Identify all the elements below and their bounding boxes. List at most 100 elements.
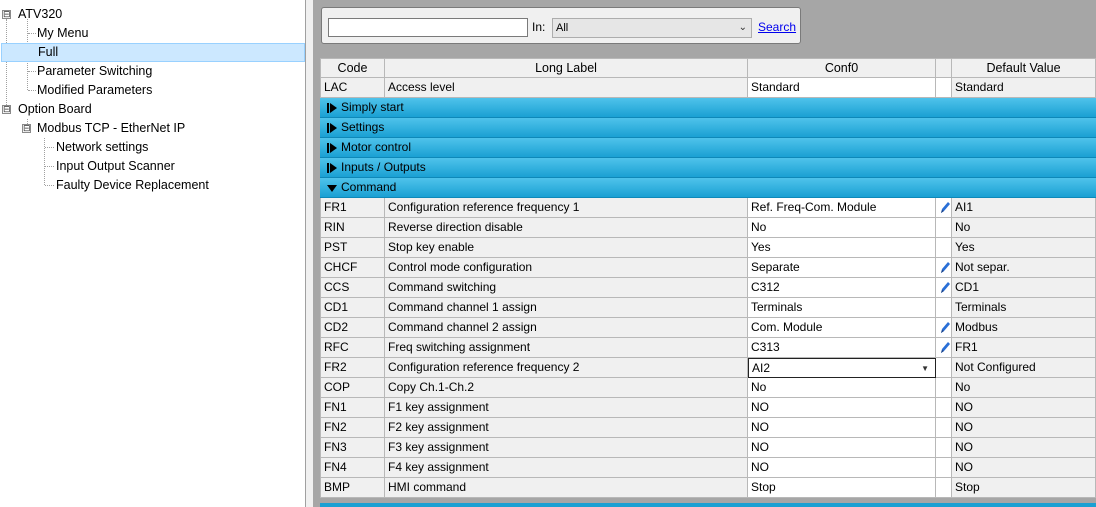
row-code: CHCF: [320, 258, 385, 278]
next-group-bar: [320, 503, 1096, 507]
collapse-icon[interactable]: ⊟: [2, 105, 11, 114]
tree-item-modbus-tcp[interactable]: ⊟ Modbus TCP - EtherNet IP: [0, 119, 300, 138]
tree-item-modified-parameters[interactable]: Modified Parameters: [0, 81, 300, 100]
row-edit-marker: [936, 338, 952, 358]
row-conf-value[interactable]: Standard: [748, 78, 936, 98]
chevron-down-icon: ⌄: [738, 22, 747, 33]
row-conf-value[interactable]: C312: [748, 278, 936, 298]
row-conf-value[interactable]: C313: [748, 338, 936, 358]
group-label: Inputs / Outputs: [341, 160, 426, 174]
search-link[interactable]: Search: [758, 20, 796, 34]
tree-item-parameter-switching[interactable]: Parameter Switching: [0, 62, 300, 81]
tree-item-label: Network settings: [56, 140, 149, 154]
tree-item-label: Modified Parameters: [37, 83, 153, 97]
row-long-label: Control mode configuration: [385, 258, 748, 278]
table-row[interactable]: COP Copy Ch.1-Ch.2 No No: [320, 378, 1096, 398]
group-header-inputs-outputs[interactable]: Inputs / Outputs: [320, 158, 1096, 178]
table-row[interactable]: FN4 F4 key assignment NO NO: [320, 458, 1096, 478]
table-row[interactable]: LAC Access level Standard Standard: [320, 78, 1096, 98]
column-header-conf0[interactable]: Conf0: [748, 58, 936, 78]
column-header-code[interactable]: Code: [320, 58, 385, 78]
row-conf-text: Separate: [751, 260, 800, 274]
search-input[interactable]: [328, 18, 528, 37]
table-row[interactable]: FN1 F1 key assignment NO NO: [320, 398, 1096, 418]
tree-item-atv320[interactable]: ⊟ ATV320: [0, 5, 300, 24]
table-row[interactable]: CD2 Command channel 2 assign Com. Module Mo…: [320, 318, 1096, 338]
row-default-value: No: [952, 218, 1096, 238]
table-row[interactable]: CCS Command switching C312 CD1: [320, 278, 1096, 298]
row-default-value: Terminals: [952, 298, 1096, 318]
group-label: Settings: [341, 120, 385, 134]
column-header-default-value[interactable]: Default Value: [952, 58, 1096, 78]
group-header-simply-start[interactable]: Simply start: [320, 98, 1096, 118]
tree-item-option-board[interactable]: ⊟ Option Board: [0, 100, 300, 119]
row-conf-value[interactable]: No: [748, 378, 936, 398]
dropdown-arrow-icon[interactable]: ▼: [921, 359, 929, 377]
row-long-label: Command channel 1 assign: [385, 298, 748, 318]
table-row[interactable]: FR2 Configuration reference frequency 2 AI…: [320, 358, 1096, 378]
tree-item-label: My Menu: [37, 26, 89, 40]
row-conf-text: Terminals: [751, 300, 803, 314]
tree-item-label: Input Output Scanner: [56, 159, 175, 173]
row-default-value: NO: [952, 438, 1096, 458]
tree-item-label: Full: [38, 45, 59, 59]
table-row[interactable]: RFC Freq switching assignment C313 FR1: [320, 338, 1096, 358]
row-conf-value[interactable]: Ref. Freq-Com. Module: [748, 198, 936, 218]
row-long-label: Command channel 2 assign: [385, 318, 748, 338]
table-row[interactable]: FN3 F3 key assignment NO NO: [320, 438, 1096, 458]
row-conf-value[interactable]: Separate: [748, 258, 936, 278]
group-label: Motor control: [341, 140, 412, 154]
row-long-label: Configuration reference frequency 1: [385, 198, 748, 218]
group-header-command[interactable]: Command: [320, 178, 1096, 198]
row-conf-value[interactable]: NO: [748, 438, 936, 458]
row-default-value: CD1: [952, 278, 1096, 298]
row-conf-dropdown[interactable]: AI2 ▼: [748, 358, 936, 378]
row-long-label: Reverse direction disable: [385, 218, 748, 238]
row-conf-value[interactable]: NO: [748, 458, 936, 478]
row-edit-marker: [936, 438, 952, 458]
tree-item-faulty-device-replacement[interactable]: Faulty Device Replacement: [0, 176, 300, 195]
row-default-value: NO: [952, 458, 1096, 478]
row-long-label: Stop key enable: [385, 238, 748, 258]
row-default-value: No: [952, 378, 1096, 398]
row-edit-marker: [936, 258, 952, 278]
tree-item-label: Option Board: [18, 102, 92, 116]
table-row[interactable]: FN2 F2 key assignment NO NO: [320, 418, 1096, 438]
row-conf-text: AI2: [752, 361, 771, 375]
column-header-long-label[interactable]: Long Label: [385, 58, 748, 78]
group-header-settings[interactable]: Settings: [320, 118, 1096, 138]
table-row[interactable]: FR1 Configuration reference frequency 1 Re…: [320, 198, 1096, 218]
row-code: CCS: [320, 278, 385, 298]
row-conf-value[interactable]: Yes: [748, 238, 936, 258]
tree-item-label: Faulty Device Replacement: [56, 178, 209, 192]
row-conf-value[interactable]: NO: [748, 418, 936, 438]
row-conf-value[interactable]: Terminals: [748, 298, 936, 318]
row-conf-value[interactable]: No: [748, 218, 936, 238]
table-row[interactable]: PST Stop key enable Yes Yes: [320, 238, 1096, 258]
tree-item-full[interactable]: Full: [1, 43, 305, 62]
collapse-icon[interactable]: ⊟: [22, 124, 31, 133]
tree-item-my-menu[interactable]: My Menu: [0, 24, 300, 43]
table-row[interactable]: CD1 Command channel 1 assign Terminals Term…: [320, 298, 1096, 318]
tree-item-label: Modbus TCP - EtherNet IP: [37, 121, 186, 135]
row-conf-value[interactable]: Com. Module: [748, 318, 936, 338]
tree-item-input-output-scanner[interactable]: Input Output Scanner: [0, 157, 300, 176]
table-row[interactable]: BMP HMI command Stop Stop: [320, 478, 1096, 498]
row-conf-text: C313: [751, 340, 780, 354]
row-conf-value[interactable]: NO: [748, 398, 936, 418]
row-edit-marker: [936, 478, 952, 498]
table-row[interactable]: RIN Reverse direction disable No No: [320, 218, 1096, 238]
row-code: CD1: [320, 298, 385, 318]
collapse-icon[interactable]: ⊟: [2, 10, 11, 19]
row-edit-marker: [936, 358, 952, 378]
table-row[interactable]: CHCF Control mode configuration Separate No…: [320, 258, 1096, 278]
row-conf-text: No: [751, 220, 767, 234]
row-code: RFC: [320, 338, 385, 358]
row-code: LAC: [320, 78, 385, 98]
row-long-label: HMI command: [385, 478, 748, 498]
search-scope-select[interactable]: All ⌄: [552, 18, 752, 38]
row-edit-marker: [936, 198, 952, 218]
group-header-motor-control[interactable]: Motor control: [320, 138, 1096, 158]
row-conf-value[interactable]: Stop: [748, 478, 936, 498]
tree-item-network-settings[interactable]: Network settings: [0, 138, 300, 157]
